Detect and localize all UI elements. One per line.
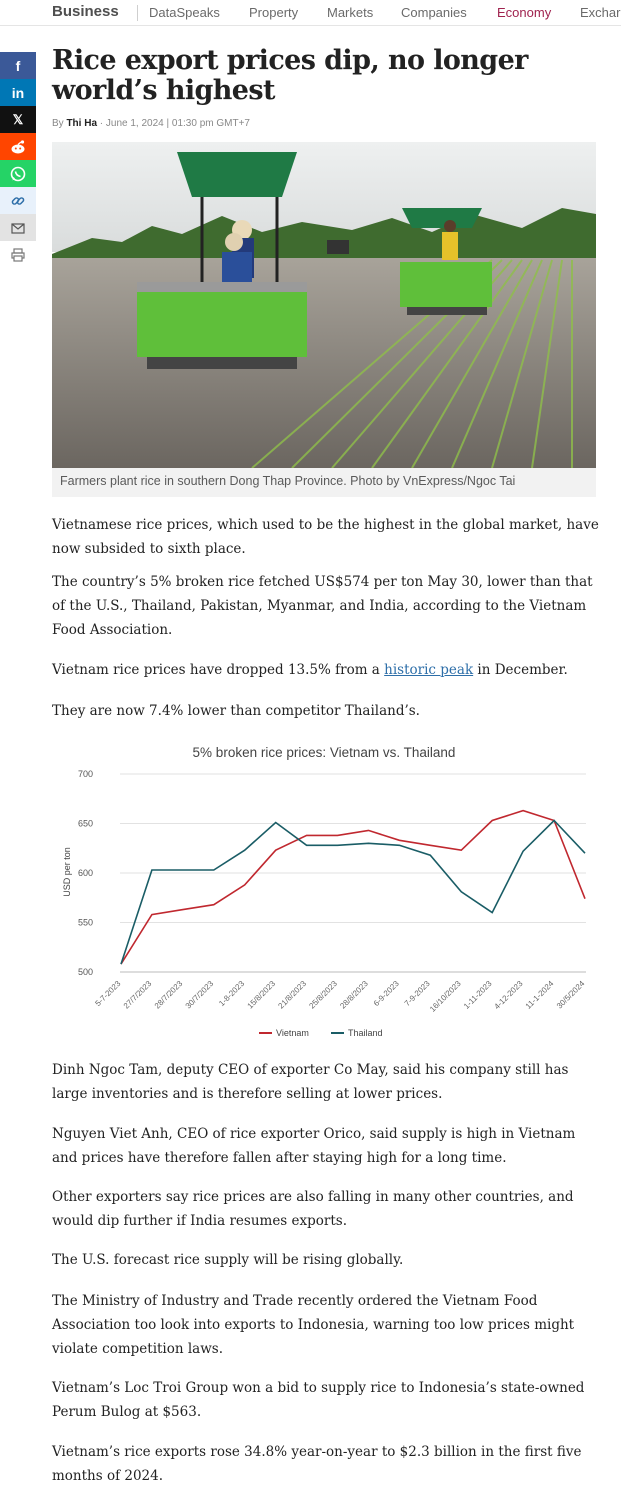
- nav-divider: [137, 5, 138, 21]
- email-share-button[interactable]: [0, 214, 36, 241]
- link-icon: [11, 196, 25, 205]
- chart-x-tick-label: 6-9-2023: [372, 979, 401, 1008]
- facebook-icon: f: [15, 57, 21, 74]
- facebook-share-button[interactable]: f: [0, 52, 36, 79]
- chart-x-tick-label: 25/8/2023: [307, 979, 339, 1011]
- chart-y-tick-label: 600: [78, 868, 93, 878]
- historic-peak-link[interactable]: historic peak: [384, 662, 473, 678]
- reddit-share-button[interactable]: [0, 133, 36, 160]
- author-name[interactable]: Thi Ha: [66, 118, 97, 129]
- paragraph-3-text-a: Vietnam rice prices have dropped 13.5% f…: [52, 662, 385, 678]
- chart-title: 5% broken rice prices: Vietnam vs. Thail…: [193, 745, 456, 760]
- chart-x-tick-label: 21/8/2023: [276, 979, 308, 1011]
- chart-y-tick-label: 500: [78, 967, 93, 977]
- chart-x-tick-label: 1-8-2023: [217, 979, 246, 1008]
- paragraph-6: Nguyen Viet Anh, CEO of rice exporter Or…: [52, 1126, 576, 1166]
- article-byline: By Thi Ha · June 1, 2024 | 01:30 pm GMT+…: [52, 118, 250, 129]
- chart-y-tick-label: 550: [78, 918, 93, 928]
- chart-y-tick-label: 650: [78, 819, 93, 829]
- nav-item-economy[interactable]: Economy: [497, 5, 551, 20]
- price-chart-svg: 5% broken rice prices: Vietnam vs. Thail…: [62, 745, 587, 1038]
- article-title: Rice export prices dip, no longer world’…: [52, 45, 528, 106]
- copy-link-button[interactable]: [0, 187, 36, 214]
- paragraph-2: The country’s 5% broken rice fetched US$…: [52, 574, 593, 638]
- mail-icon: [11, 222, 25, 234]
- x-share-button[interactable]: 𝕏: [0, 106, 36, 133]
- legend-label-vietnam: Vietnam: [276, 1028, 309, 1038]
- nav-item-markets[interactable]: Markets: [327, 5, 373, 20]
- legend-label-thailand: Thailand: [348, 1028, 383, 1038]
- photo-caption: Farmers plant rice in southern Dong Thap…: [52, 468, 596, 497]
- paragraph-3-text-b: in December.: [473, 662, 568, 678]
- reddit-icon: [11, 139, 25, 153]
- chart-x-tick-label: 30/7/2023: [184, 979, 216, 1011]
- paragraph-1: Vietnamese rice prices, which used to be…: [52, 517, 599, 557]
- print-button[interactable]: [0, 241, 36, 268]
- paragraph-10: Vietnam’s Loc Troi Group won a bid to su…: [52, 1380, 585, 1420]
- publish-datetime: June 1, 2024 | 01:30 pm GMT+7: [105, 118, 250, 129]
- paragraph-7: Other exporters say rice prices are also…: [52, 1189, 574, 1229]
- chart-x-tick-label: 30/5/2024: [555, 979, 587, 1011]
- paragraph-9: The Ministry of Industry and Trade recen…: [52, 1293, 575, 1357]
- chart-x-tick-label: 4-12-2023: [492, 979, 525, 1012]
- chart-x-tick-label: 1-11-2023: [462, 979, 494, 1011]
- linkedin-share-button[interactable]: in: [0, 79, 36, 106]
- chart-x-tick-label: 28/7/2023: [153, 979, 185, 1011]
- paragraph-4: They are now 7.4% lower than competitor …: [52, 703, 420, 719]
- nav-item-property[interactable]: Property: [249, 5, 298, 20]
- price-chart: 5% broken rice prices: Vietnam vs. Thail…: [52, 738, 600, 1050]
- x-icon: 𝕏: [12, 111, 24, 127]
- paragraph-8: The U.S. forecast rice supply will be ri…: [52, 1252, 404, 1268]
- nav-brand-business[interactable]: Business: [52, 3, 119, 20]
- chart-y-axis-label: USD per ton: [62, 847, 72, 897]
- paragraph-11: Vietnam’s rice exports rose 34.8% year-o…: [52, 1444, 582, 1484]
- nav-item-exchange[interactable]: Exchar: [580, 5, 620, 20]
- series-line-vietnam: [120, 809, 586, 965]
- chart-y-tick-label: 700: [78, 769, 93, 779]
- hero-photo: [52, 142, 596, 468]
- nav-item-dataspeaks[interactable]: DataSpeaks: [149, 5, 220, 20]
- chart-x-tick-label: 15/8/2023: [246, 979, 278, 1011]
- linkedin-icon: in: [11, 84, 25, 101]
- whatsapp-icon: [10, 166, 26, 181]
- top-navigation: Business DataSpeaks Property Markets Com…: [0, 0, 621, 26]
- chart-x-tick-label: 27/7/2023: [122, 979, 154, 1011]
- print-icon: [11, 247, 25, 262]
- byline-prefix: By: [52, 118, 64, 129]
- chart-x-tick-label: 11-1-2024: [524, 979, 556, 1011]
- chart-x-tick-label: 5-7-2023: [93, 979, 122, 1008]
- nav-item-companies[interactable]: Companies: [401, 5, 467, 20]
- chart-x-tick-label: 28/8/2023: [338, 979, 370, 1011]
- series-line-thailand: [120, 819, 586, 965]
- chart-x-tick-label: 7-9-2023: [403, 979, 432, 1008]
- paragraph-5: Dinh Ngoc Tam, deputy CEO of exporter Co…: [52, 1062, 569, 1102]
- whatsapp-share-button[interactable]: [0, 160, 36, 187]
- chart-x-tick-label: 16/10/2023: [428, 979, 463, 1014]
- paragraph-3: Vietnam rice prices have dropped 13.5% f…: [52, 658, 600, 682]
- share-rail: f in 𝕏: [0, 52, 36, 268]
